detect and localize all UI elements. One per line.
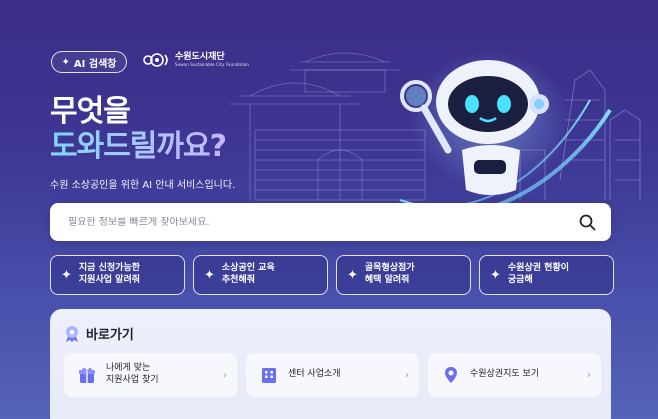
sparkle-icon: ✦ <box>204 267 215 283</box>
quicklink-commercial-map[interactable]: 수원상권지도 보기 › <box>428 353 601 397</box>
search-icon[interactable] <box>577 212 597 232</box>
quicklink-label: 수원상권지도 보기 <box>470 369 540 380</box>
chip-label: 소상공인 교육 추천해줘 <box>221 263 275 285</box>
quicklink-label: 나에게 맞는 지원사업 찾기 <box>106 363 159 385</box>
quicklink-label: 센터 사업소개 <box>288 369 341 380</box>
quicklinks-panel: 바로가기 나에게 맞는 지원사업 찾기 › 센터 사업소개 › 수원상권지도 보… <box>50 309 611 419</box>
quicklink-center-intro[interactable]: 센터 사업소개 › <box>246 353 419 397</box>
foundation-logo: 수원도시재단 Suwon Sustainable City Foundation <box>141 52 249 68</box>
palace-illustration <box>230 52 426 201</box>
award-icon <box>66 325 78 342</box>
hero-title-line2: 도와드릴까요? <box>50 121 227 165</box>
chip-label: 수원상권 현황이 궁금해 <box>507 263 569 285</box>
building-icon <box>258 364 280 386</box>
city-skyline <box>519 69 641 200</box>
sparkle-icon: ✦ <box>347 267 358 283</box>
suggestion-chips: ✦ 지금 신청가능한 지원사업 알려줘 ✦ 소상공인 교육 추천해줘 ✦ 골목형… <box>50 255 614 295</box>
logo-mark-icon <box>143 53 168 67</box>
quicklinks-title: 바로가기 <box>86 328 134 343</box>
sparkle-icon: ✦ <box>61 267 72 283</box>
chevron-right-icon: › <box>223 369 227 381</box>
chip-education[interactable]: ✦ 소상공인 교육 추천해줘 <box>193 255 328 295</box>
ai-badge-label: AI 검색창 <box>73 58 117 70</box>
logo-subtitle: Suwon Sustainable City Foundation <box>175 62 249 67</box>
gift-icon <box>76 364 98 386</box>
chip-support-programs[interactable]: ✦ 지금 신청가능한 지원사업 알려줘 <box>50 255 185 295</box>
chip-commercial-status[interactable]: ✦ 수원상권 현황이 궁금해 <box>479 255 614 295</box>
sparkle-icon: ✦ <box>61 56 70 68</box>
chip-label: 골목형상점가 혜택 알려줘 <box>364 263 415 285</box>
chevron-right-icon: › <box>587 369 591 381</box>
robot-mascot <box>400 60 549 195</box>
chevron-right-icon: › <box>405 369 409 381</box>
search-input[interactable] <box>68 216 577 228</box>
quicklink-find-programs[interactable]: 나에게 맞는 지원사업 찾기 › <box>64 353 237 397</box>
logo-name: 수원도시재단 <box>175 52 225 62</box>
ai-search-badge[interactable]: ✦ AI 검색창 <box>51 51 127 73</box>
chip-label: 지금 신청가능한 지원사업 알려줘 <box>78 263 140 285</box>
hero-subtitle: 수원 소상공인을 위한 AI 안내 서비스입니다. <box>50 180 236 191</box>
chip-alley-benefits[interactable]: ✦ 골목형상점가 혜택 알려줘 <box>336 255 471 295</box>
search-bar <box>50 203 611 241</box>
map-pin-icon <box>440 364 462 386</box>
sparkle-icon: ✦ <box>490 267 501 283</box>
